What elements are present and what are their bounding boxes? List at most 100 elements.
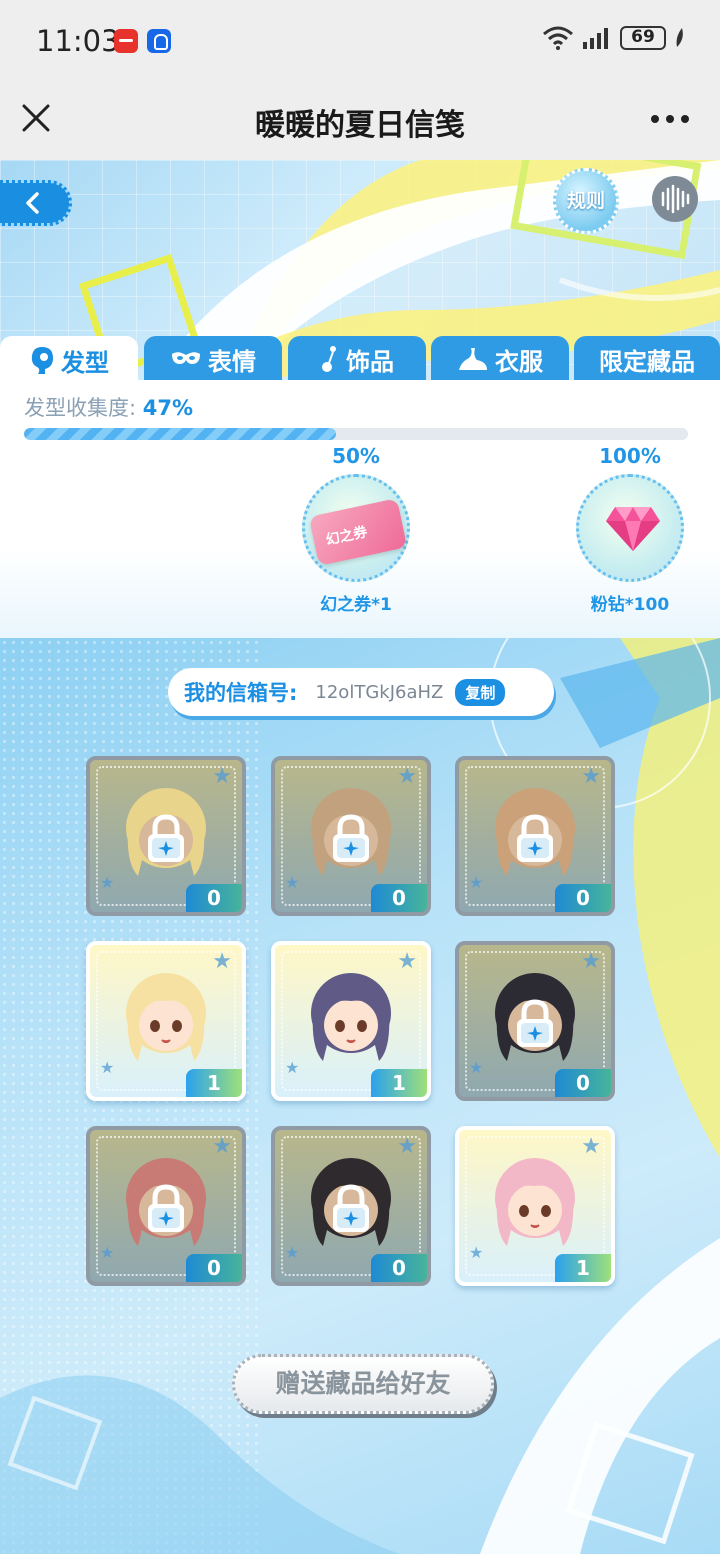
hairstyle-card[interactable]: ★ ★ 0 [271,756,431,916]
progress-label-text: 发型收集度: [24,396,137,420]
chevron-left-icon [26,192,39,214]
item-count: 0 [371,884,427,912]
ticket-icon: 幻之券 [308,498,408,566]
item-count: 1 [186,1069,242,1097]
page-title: 暖暖的夏日信笺 [255,108,465,143]
hairstyle-card[interactable]: ★ ★ 0 [86,756,246,916]
star-icon: ★ [285,1058,300,1077]
star-icon: ★ [100,1058,115,1077]
hairstyle-portrait-icon [495,1158,575,1246]
hairstyle-card[interactable]: ★ ★ 1 [455,1126,615,1286]
collection-progress-panel: 发型收集度: 47% 50% 幻之券 幻之券*1 100% 粉钻*100 [0,380,720,638]
star-icon: ★ [100,1243,115,1262]
item-count: 0 [186,1254,242,1282]
star-icon: ★ [285,873,300,892]
hairstyle-card[interactable]: ★ ★ 1 [271,941,431,1101]
lightbulb-app-icon [147,29,171,53]
star-icon: ★ [397,1134,417,1159]
milestone-reward-circle[interactable] [576,474,684,582]
milestone-100[interactable]: 100% 粉钻*100 [570,444,690,615]
lock-icon [517,814,553,862]
status-bar: 11:03 69 [0,0,720,84]
lock-icon [333,1184,369,1232]
battery-indicator: 69 [620,26,666,50]
audio-wave-icon [661,184,690,214]
ticket-label: 幻之券 [324,524,369,549]
hairstyle-portrait-icon [311,973,391,1061]
star-icon: ★ [397,949,417,974]
collection-section: 我的信箱号: 12olTGkJ6aHZ 复制 ★ ★ 0 ★ ★ 0 ★ ★ 0 ★ ★ 1 ★ ★ 1 ★ ★… [0,638,720,1554]
milestone-percent: 50% [332,444,380,468]
hairstyle-card[interactable]: ★ ★ 0 [271,1126,431,1286]
milestone-percent: 100% [599,444,661,468]
progress-value: 47% [142,396,194,420]
tab-hair[interactable]: 发型 [0,336,138,384]
title-bar: 暖暖的夏日信笺 [0,84,720,160]
category-tabs: 发型 表情 饰品 衣服 限定藏品 [0,336,720,384]
milestone-reward-name: 幻之券*1 [320,595,392,615]
rules-button[interactable]: 规则 [553,168,619,234]
tab-expression[interactable]: 表情 [144,336,282,382]
accessory-icon [322,346,336,372]
mailbox-id: 12olTGkJ6aHZ [315,681,444,703]
star-icon: ★ [469,1243,484,1262]
status-time: 11:03 [36,24,120,58]
mask-icon [172,352,200,364]
tab-label: 发型 [61,348,109,377]
back-button[interactable] [0,180,72,226]
item-count: 0 [186,884,242,912]
lock-icon [517,999,553,1047]
signal-icon [583,28,608,49]
star-icon: ★ [469,1058,484,1077]
pink-diamond-icon [606,507,660,551]
clothes-icon [459,348,487,370]
star-icon: ★ [212,1134,232,1159]
tab-label: 饰品 [346,347,394,376]
star-icon: ★ [212,949,232,974]
star-icon: ★ [581,949,601,974]
progress-bar [24,428,688,440]
tab-clothes[interactable]: 衣服 [431,336,569,382]
star-icon: ★ [581,764,601,789]
charging-leaf-icon [676,28,683,47]
progress-label: 发型收集度: 47% [24,392,193,422]
tab-label: 限定藏品 [599,347,695,376]
tab-label: 衣服 [495,347,543,376]
hairstyle-card[interactable]: ★ ★ 0 [455,941,615,1101]
milestone-reward-name: 粉钻*100 [590,595,670,615]
gift-to-friend-button[interactable]: 赠送藏品给好友 [232,1354,494,1414]
mailbox-label: 我的信箱号: [184,681,298,705]
mailbox-id-bar: 我的信箱号: 12olTGkJ6aHZ 复制 [168,668,554,716]
star-icon: ★ [469,873,484,892]
star-icon: ★ [581,1134,601,1159]
milestone-reward-circle[interactable]: 幻之券 [302,474,410,582]
more-icon[interactable] [650,114,690,124]
tab-accessory[interactable]: 饰品 [288,336,426,382]
audio-button[interactable] [652,176,698,222]
hairstyle-card[interactable]: ★ ★ 1 [86,941,246,1101]
status-icons: 69 [542,26,686,50]
hair-icon [31,347,53,374]
hairstyle-card[interactable]: ★ ★ 0 [455,756,615,916]
hairstyle-card[interactable]: ★ ★ 0 [86,1126,246,1286]
star-icon: ★ [285,1243,300,1262]
item-count: 0 [555,1069,611,1097]
lock-icon [148,814,184,862]
lock-icon [148,1184,184,1232]
wifi-icon [543,26,573,50]
lock-icon [333,814,369,862]
copy-button[interactable]: 复制 [455,678,506,706]
item-count: 1 [371,1069,427,1097]
hairstyle-portrait-icon [126,973,206,1061]
star-icon: ★ [397,764,417,789]
item-count: 0 [371,1254,427,1282]
item-count: 0 [555,884,611,912]
star-icon: ★ [212,764,232,789]
tab-label: 表情 [208,347,256,376]
star-icon: ★ [100,873,115,892]
tab-limited[interactable]: 限定藏品 [574,336,720,382]
progress-fill [24,428,337,440]
item-count: 1 [555,1254,611,1282]
milestone-50[interactable]: 50% 幻之券 幻之券*1 [296,444,416,615]
huawei-app-icon [114,29,138,53]
